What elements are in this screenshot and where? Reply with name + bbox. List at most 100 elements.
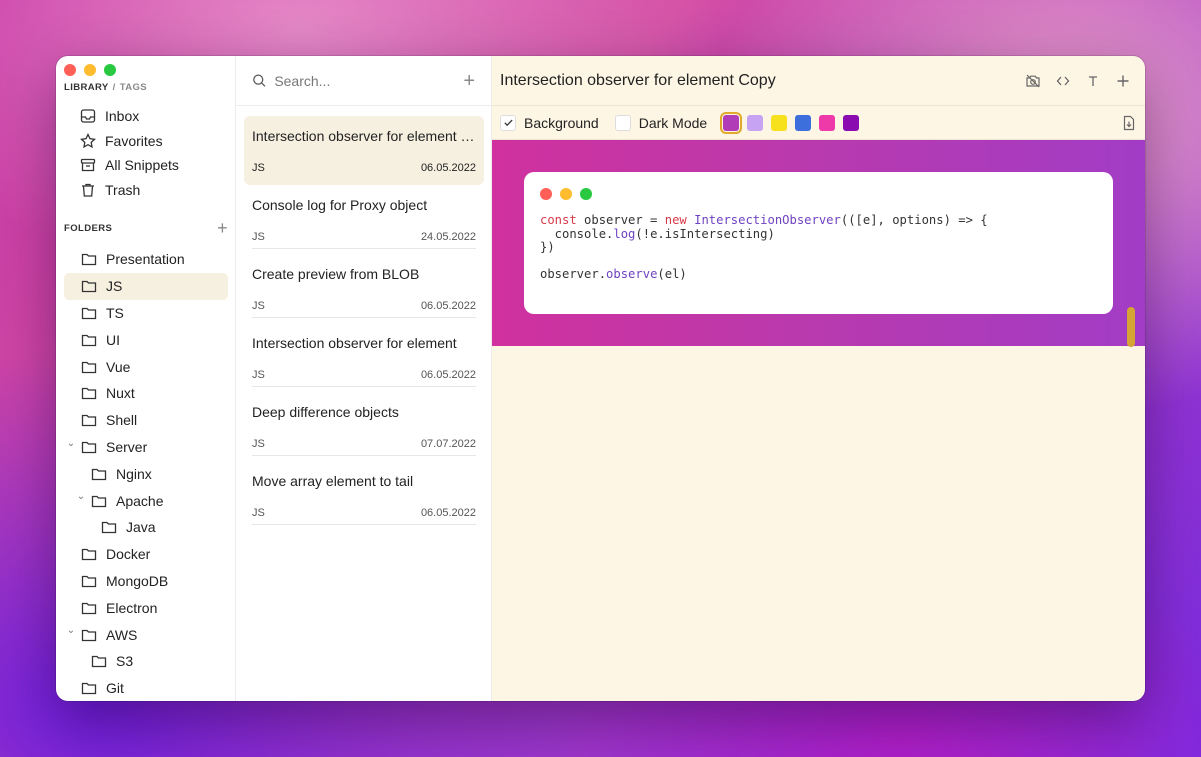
snippet-item-title: Intersection observer for element	[252, 335, 457, 351]
folder-icon	[81, 334, 97, 346]
editor-panel: Intersection observer for element Copy B…	[492, 56, 1145, 701]
sidebar-item-label: Favorites	[105, 132, 163, 149]
sidebar-folder-shell[interactable]: Shell	[64, 407, 228, 434]
text-format-button[interactable]	[1085, 73, 1101, 89]
dark-mode-option[interactable]: Dark Mode	[614, 114, 707, 131]
code-token: observer =	[576, 213, 665, 227]
code-token: (el)	[657, 267, 687, 282]
snippet-language: JS	[252, 300, 265, 312]
sidebar-item-all-snippets[interactable]: All Snippets	[80, 153, 230, 178]
add-fragment-button[interactable]	[1115, 73, 1131, 89]
code-token: observe	[606, 267, 658, 282]
color-swatch-3[interactable]	[771, 114, 788, 131]
code-view-button[interactable]	[1055, 73, 1071, 89]
snippet-list-item[interactable]: Intersection observer for element JS 06.05…	[244, 323, 484, 392]
zoom-window-button[interactable]	[104, 64, 116, 76]
code-line-5: observer.observe(el)	[540, 268, 1097, 282]
snippet-date: 06.05.2022	[420, 369, 476, 381]
snippet-list-item[interactable]: Move array element to tail JS 06.05.2022	[244, 461, 484, 530]
background-checkbox[interactable]	[500, 114, 516, 131]
sidebar-folder-presentation[interactable]: Presentation	[64, 246, 228, 273]
snippet-item-meta: JS 06.05.2022	[252, 369, 476, 387]
sidebar-folder-apache[interactable]: ⌄ Apache	[64, 487, 228, 514]
snippet-item-meta: JS 06.05.2022	[252, 300, 476, 318]
sidebar-folder-docker[interactable]: Docker	[64, 541, 228, 568]
plus-icon	[1117, 75, 1129, 86]
sidebar-folder-vue[interactable]: Vue	[64, 353, 228, 380]
editor-toolbar	[1025, 73, 1131, 89]
sidebar-item-trash[interactable]: Trash	[80, 178, 230, 203]
snippet-list-item[interactable]: Deep difference objects JS 07.07.2022	[244, 392, 484, 461]
folder-icon	[81, 361, 97, 373]
screenshot-options-bar: Background Dark Mode	[492, 106, 1145, 140]
sidebar-folder-server[interactable]: ⌄ Server	[64, 434, 228, 461]
search-input[interactable]	[274, 72, 456, 89]
color-swatch-5[interactable]	[819, 114, 836, 131]
code-block[interactable]: const observer = new IntersectionObserve…	[540, 213, 1097, 282]
folders-header: FOLDERS +	[64, 219, 228, 237]
code-line-2: console.log(!e.isIntersecting)	[540, 227, 1097, 242]
snippet-item-meta: JS 24.05.2022	[252, 231, 476, 249]
snippet-list-item[interactable]: Create preview from BLOB JS 06.05.2022	[244, 254, 484, 323]
chevron-down-icon[interactable]: ⌄	[66, 438, 76, 449]
snippet-language: JS	[252, 369, 265, 381]
card-red-dot	[540, 188, 552, 200]
sidebar-folder-s3[interactable]: S3	[64, 648, 228, 675]
color-swatch-2[interactable]	[747, 114, 764, 131]
color-swatch-6[interactable]	[843, 114, 860, 131]
dark-mode-checkbox[interactable]	[614, 114, 631, 131]
sidebar-tabs: LIBRARY / TAGS	[64, 82, 147, 93]
background-option[interactable]: Background	[500, 114, 599, 131]
folder-icon	[91, 656, 107, 668]
snippet-list: Intersection observer for element Copy JS…	[244, 116, 484, 530]
preview-scrollbar[interactable]	[1127, 307, 1135, 347]
tab-library[interactable]: LIBRARY	[64, 82, 109, 93]
chevron-down-icon[interactable]: ⌄	[66, 625, 76, 636]
sidebar: LIBRARY / TAGS Inbox Favorites All Snipp…	[56, 56, 236, 701]
card-yellow-dot	[560, 188, 572, 200]
folder-label: Apache	[116, 492, 164, 509]
sidebar-folder-ui[interactable]: UI	[64, 326, 228, 353]
sidebar-folder-ts[interactable]: TS	[64, 300, 228, 327]
color-swatch-1[interactable]	[720, 111, 743, 134]
snippet-list-item[interactable]: Intersection observer for element Copy JS…	[244, 116, 484, 185]
chevron-down-icon[interactable]: ⌄	[76, 491, 86, 502]
tab-tags[interactable]: TAGS	[120, 82, 147, 93]
color-swatch-4[interactable]	[795, 114, 812, 131]
sidebar-item-inbox[interactable]: Inbox	[80, 104, 230, 129]
folder-icon	[81, 682, 97, 695]
sidebar-folder-nuxt[interactable]: Nuxt	[64, 380, 228, 407]
minimize-window-button[interactable]	[84, 64, 96, 76]
folder-label: AWS	[106, 626, 138, 643]
snippet-language: JS	[252, 507, 265, 519]
folder-icon	[81, 602, 97, 614]
library-list: Inbox Favorites All Snippets Trash	[80, 104, 230, 202]
snippet-item-title: Move array element to tail	[252, 473, 414, 489]
folder-icon	[101, 522, 117, 534]
close-window-button[interactable]	[64, 64, 76, 76]
snippet-title[interactable]: Intersection observer for element Copy	[500, 72, 1025, 90]
sidebar-item-favorites[interactable]: Favorites	[80, 129, 230, 154]
screenshot-toggle-button[interactable]	[1025, 73, 1041, 89]
folder-label: Electron	[106, 599, 158, 616]
tab-separator: /	[112, 82, 116, 93]
add-folder-button[interactable]: +	[217, 219, 228, 237]
add-snippet-button[interactable]: +	[463, 71, 475, 91]
sidebar-folder-js[interactable]: JS	[64, 272, 228, 300]
export-file-icon[interactable]	[1121, 115, 1137, 131]
sidebar-folder-electron[interactable]: Electron	[64, 594, 228, 621]
search-icon	[253, 74, 266, 87]
sidebar-folder-mongodb[interactable]: MongoDB	[64, 568, 228, 595]
folder-label: Docker	[106, 546, 151, 563]
sidebar-folder-nginx[interactable]: Nginx	[64, 460, 228, 487]
snippet-list-item[interactable]: Console log for Proxy object JS 24.05.2022	[244, 185, 484, 254]
color-swatches	[720, 111, 860, 134]
sidebar-folder-java[interactable]: Java	[64, 514, 228, 541]
sidebar-folder-aws[interactable]: ⌄ AWS	[64, 621, 228, 648]
folder-label: Presentation	[106, 251, 185, 268]
code-token: new	[664, 213, 687, 227]
folder-icon	[81, 575, 97, 588]
background-label: Background	[524, 114, 599, 131]
sidebar-folder-git[interactable]: Git	[64, 675, 228, 701]
